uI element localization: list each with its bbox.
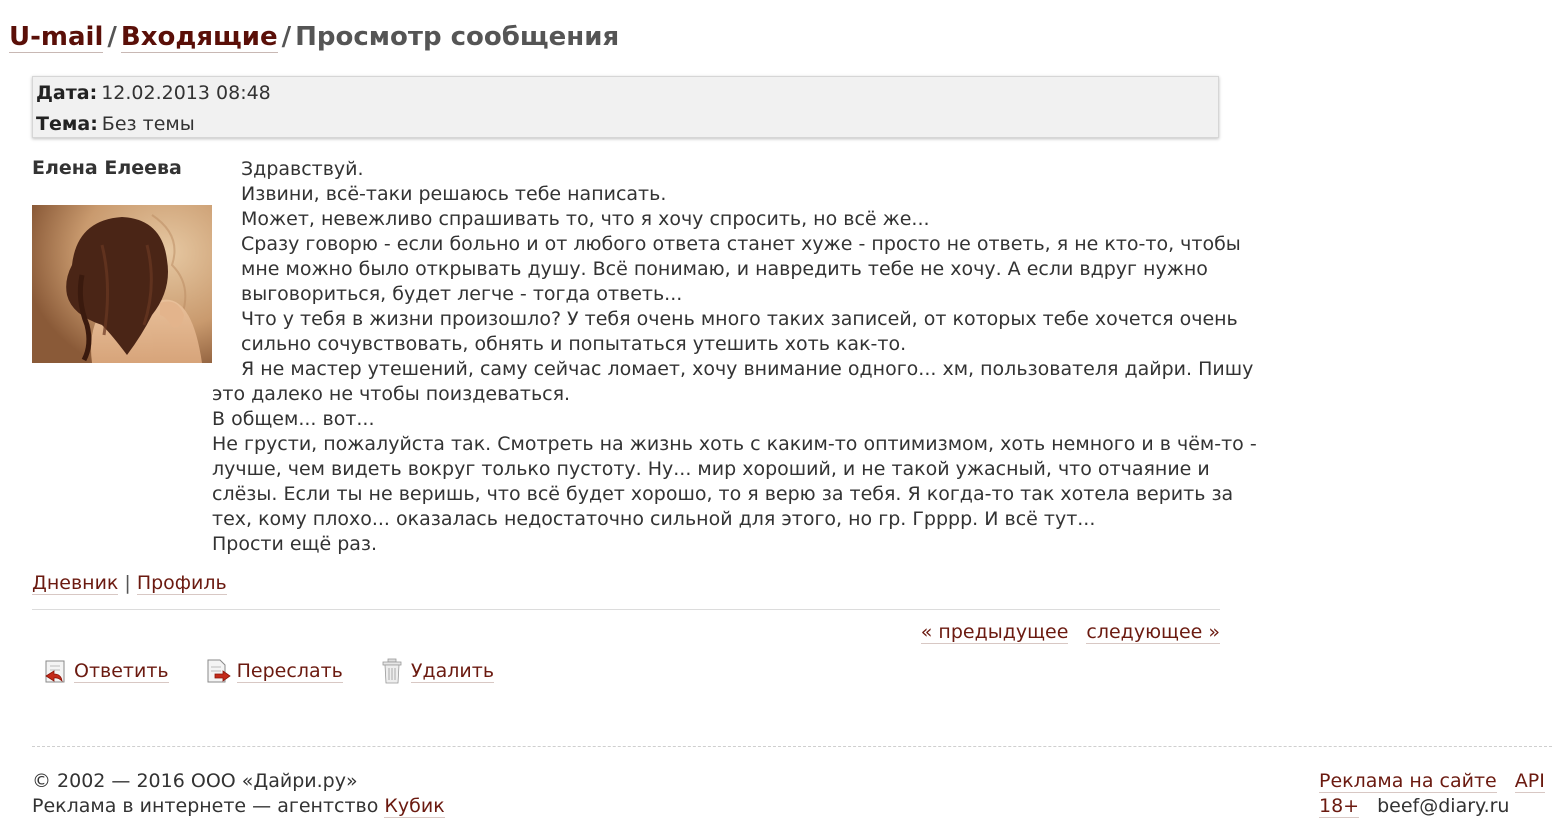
reply-label[interactable]: Ответить — [74, 660, 169, 683]
links-separator: | — [124, 572, 131, 594]
reply-button[interactable]: Ответить — [42, 657, 169, 685]
message-line: Здравствуй. — [241, 158, 364, 180]
date-value: 12.02.2013 08:48 — [101, 82, 271, 104]
delete-label[interactable]: Удалить — [410, 660, 495, 683]
footer-left: © 2002 — 2016 ООО «Дайри.ру» Реклама в и… — [32, 769, 445, 819]
author-links: Дневник | Профиль — [32, 572, 227, 595]
subject-value: Без темы — [101, 113, 195, 135]
message-pager: « предыдущее следующее » — [920, 621, 1220, 644]
message-line: Может, невежливо спрашивать то, что я хо… — [241, 208, 930, 230]
footer-right-row-2: 18+ beef@diary.ru — [1319, 794, 1545, 819]
page: U-mail / Входящие / Просмотр сообщения Дата:… — [0, 0, 1552, 823]
forward-button[interactable]: Переслать — [205, 657, 343, 685]
message-line: Извини, всё-таки решаюсь тебе написать. — [241, 183, 667, 205]
message-line: лучше, чем видеть вокруг только пустоту.… — [212, 458, 1210, 480]
breadcrumb-umail-link[interactable]: U-mail — [9, 22, 104, 53]
avatar-image — [32, 205, 212, 363]
avatar[interactable] — [32, 205, 212, 363]
message-body: Здравствуй. Извини, всё-таки решаюсь теб… — [212, 157, 1257, 557]
message-line: слёзы. Если ты не веришь, что всё будет … — [212, 483, 1234, 505]
age-rating-link[interactable]: 18+ — [1319, 795, 1360, 818]
message-line: Не грусти, пожалуйста так. Смотреть на ж… — [212, 433, 1257, 455]
diary-link[interactable]: Дневник — [32, 572, 119, 595]
previous-message-link[interactable]: « предыдущее — [920, 621, 1069, 644]
contact-email: beef@diary.ru — [1377, 795, 1510, 817]
breadcrumb: U-mail / Входящие / Просмотр сообщения — [9, 22, 620, 53]
delete-button[interactable]: Удалить — [379, 657, 495, 685]
footer-right: Реклама на сайте API 18+ beef@diary.ru — [1319, 769, 1545, 819]
profile-link[interactable]: Профиль — [136, 572, 227, 595]
message-line: Я не мастер утешений, саму сейчас ломает… — [241, 358, 1254, 380]
page-title: Просмотр сообщения — [295, 22, 620, 52]
message-line: выговориться, будет легче - тогда ответь… — [241, 283, 683, 305]
ads-text: Реклама в интернете — агентство — [32, 795, 385, 817]
message-actions: Ответить Переслать Удалить — [42, 657, 524, 685]
ads-line: Реклама в интернете — агентство Кубик — [32, 794, 445, 819]
divider — [32, 609, 1220, 610]
subject-label: Тема: — [36, 113, 98, 135]
reply-icon — [42, 657, 68, 685]
copyright-text: © 2002 — 2016 ООО «Дайри.ру» — [32, 770, 358, 792]
message-line: Что у тебя в жизни произошло? У тебя оче… — [241, 308, 1238, 330]
breadcrumb-separator: / — [107, 22, 117, 52]
breadcrumb-inbox-link[interactable]: Входящие — [120, 22, 278, 53]
message-line: это далеко не чтобы поиздеваться. — [212, 383, 571, 405]
footer-divider — [32, 746, 1552, 747]
message-line: В общем... вот... — [212, 408, 375, 430]
message-line: Сразу говорю - если больно и от любого о… — [241, 233, 1241, 255]
date-label: Дата: — [36, 82, 98, 104]
message-line: мне можно было открывать душу. Всё поним… — [241, 258, 1208, 280]
message-meta-box: Дата: 12.02.2013 08:48 Тема: Без темы — [32, 76, 1219, 138]
next-message-link[interactable]: следующее » — [1086, 621, 1220, 644]
trash-icon — [379, 657, 405, 685]
subject-row: Тема: Без темы — [36, 113, 195, 135]
ads-on-site-link[interactable]: Реклама на сайте — [1319, 770, 1497, 793]
agency-link[interactable]: Кубик — [384, 795, 445, 818]
breadcrumb-separator: / — [281, 22, 292, 52]
message-line: Прости ещё раз. — [212, 533, 378, 555]
api-link[interactable]: API — [1514, 770, 1545, 793]
message-line: сильно сочувствовать, обнять и попытатьс… — [241, 333, 907, 355]
forward-icon — [205, 657, 231, 685]
forward-label[interactable]: Переслать — [236, 660, 343, 683]
author-name: Елена Елеева — [32, 157, 182, 179]
date-row: Дата: 12.02.2013 08:48 — [36, 82, 271, 104]
footer-right-row-1: Реклама на сайте API — [1319, 769, 1545, 794]
message-line: тех, кому плохо... оказалась недостаточн… — [212, 508, 1096, 530]
